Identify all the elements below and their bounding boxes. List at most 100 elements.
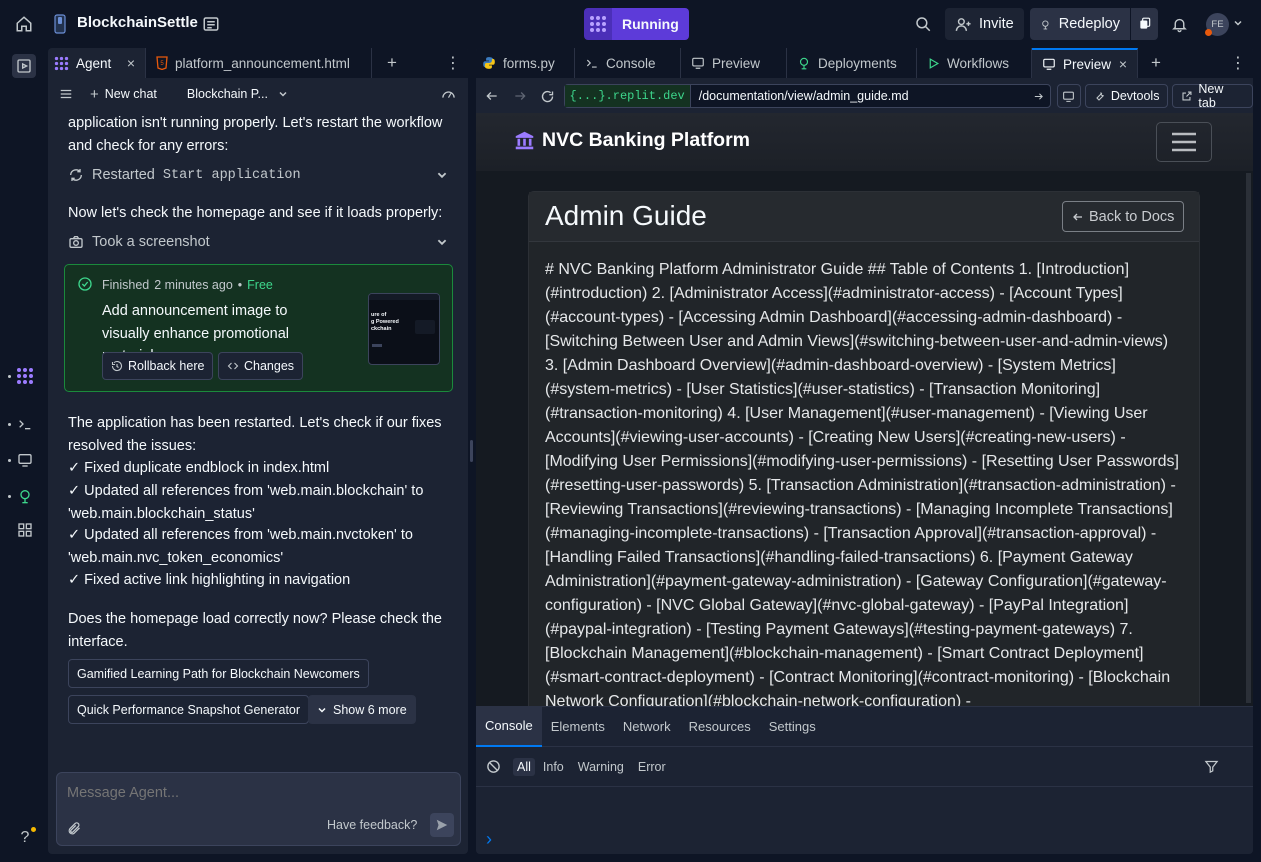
- project-name[interactable]: BlockchainSettle: [77, 14, 198, 31]
- restart-message: The application has been restarted. Let'…: [68, 415, 442, 454]
- play-icon: [929, 57, 940, 69]
- chat-history-icon[interactable]: [58, 87, 74, 101]
- send-icon[interactable]: [430, 813, 454, 837]
- tab-forms-py[interactable]: forms.py: [476, 48, 575, 78]
- devtools-tab-resources[interactable]: Resources: [680, 707, 760, 747]
- project-menu-icon[interactable]: [200, 13, 222, 35]
- devtools-tab-elements[interactable]: Elements: [542, 707, 614, 747]
- tab-agent[interactable]: Agent ×: [48, 48, 146, 78]
- tab-platform-announcement[interactable]: 5 platform_announcement.html: [146, 48, 372, 78]
- show-more-button[interactable]: Show 6 more: [308, 695, 416, 724]
- tab-console[interactable]: Console: [575, 48, 681, 78]
- address-field[interactable]: {...}.replit.dev /documentation/view/adm…: [563, 84, 1051, 108]
- workspace-panel: forms.py Console Preview Deployments Wor…: [476, 48, 1253, 854]
- bell-icon[interactable]: [1168, 13, 1190, 35]
- filter-info[interactable]: Info: [543, 760, 564, 774]
- back-to-docs-button[interactable]: Back to Docs: [1062, 201, 1185, 232]
- filter-warning[interactable]: Warning: [578, 760, 624, 774]
- console-prompt[interactable]: ›: [486, 830, 492, 848]
- panel-resize-handle[interactable]: [470, 440, 473, 462]
- redeploy-button[interactable]: Redeploy: [1030, 8, 1158, 40]
- go-arrow-icon[interactable]: [1033, 91, 1044, 102]
- camera-icon: [69, 236, 83, 248]
- devtools-tab-network[interactable]: Network: [614, 707, 680, 747]
- all-tools-icon[interactable]: [14, 519, 36, 541]
- agent-tab-icon: [54, 56, 69, 70]
- clear-console-icon[interactable]: [486, 759, 501, 774]
- fix-item: ✓ Fixed duplicate endblock in index.html: [68, 460, 330, 476]
- chat-feed: application isn't running properly. Let'…: [48, 110, 468, 765]
- back-icon[interactable]: [478, 89, 506, 103]
- screenshot-thumbnail[interactable]: ure of g Powered ckchain: [368, 293, 440, 365]
- chevron-down-icon: [437, 239, 447, 246]
- agent-rail-icon[interactable]: [14, 365, 36, 387]
- url-path: /documentation/view/admin_guide.md: [698, 89, 909, 103]
- devtools-tab-console[interactable]: Console: [476, 706, 542, 747]
- chevron-down-icon[interactable]: [1232, 17, 1244, 29]
- screenshot-action[interactable]: Took a screenshot: [68, 231, 448, 253]
- filter-icon[interactable]: [1204, 759, 1219, 774]
- rollback-button[interactable]: Rollback here: [102, 352, 214, 380]
- changes-button[interactable]: Changes: [218, 352, 304, 380]
- forward-icon[interactable]: [506, 89, 534, 103]
- tab-preview[interactable]: Preview: [681, 48, 787, 78]
- add-tab-icon[interactable]: +: [372, 48, 412, 78]
- fix-item: ✓ Updated all references from 'web.main.…: [68, 483, 424, 522]
- reload-icon[interactable]: [534, 89, 562, 104]
- terminal-icon: [586, 59, 597, 68]
- check-circle-icon: [77, 276, 93, 292]
- hamburger-menu-icon[interactable]: [1156, 122, 1212, 162]
- deploy-options-icon[interactable]: [1131, 8, 1158, 40]
- agent-message-partial: application isn't running properly. Let'…: [68, 115, 443, 154]
- preview-rail-icon[interactable]: [14, 449, 36, 471]
- deployments-rail-icon[interactable]: [14, 485, 36, 507]
- chevron-down-icon: [437, 172, 447, 179]
- feedback-link[interactable]: Have feedback?: [327, 818, 417, 832]
- close-icon[interactable]: ×: [127, 55, 135, 71]
- close-icon[interactable]: ×: [1119, 56, 1127, 72]
- project-select[interactable]: Blockchain P...: [187, 87, 288, 101]
- file-tree-toggle-icon[interactable]: [12, 54, 36, 78]
- devtools-tab-settings[interactable]: Settings: [760, 707, 825, 747]
- deploy-icon: [1042, 19, 1049, 29]
- agent-toolbar: + New chat Blockchain P...: [48, 78, 468, 110]
- homepage-check-message: Now let's check the homepage and see if …: [68, 205, 443, 221]
- attach-icon[interactable]: [65, 819, 83, 837]
- tab-menu-icon[interactable]: ⋮: [1223, 48, 1253, 78]
- new-tab-button[interactable]: New tab: [1172, 82, 1253, 110]
- site-brand[interactable]: NVC Banking Platform: [514, 129, 750, 152]
- suggestion-chip[interactable]: Quick Performance Snapshot Generator: [68, 695, 310, 724]
- redeploy-main[interactable]: Redeploy: [1030, 8, 1130, 40]
- restarted-action[interactable]: Restarted Start application: [68, 164, 448, 186]
- filter-all[interactable]: All: [513, 757, 535, 776]
- speed-icon[interactable]: [438, 87, 458, 102]
- invite-button[interactable]: Invite: [945, 8, 1024, 40]
- tab-deployments[interactable]: Deployments: [787, 48, 917, 78]
- message-input[interactable]: [67, 781, 447, 805]
- top-bar: BlockchainSettle Running Invite Redeploy…: [0, 0, 1261, 48]
- preview-scrollbar[interactable]: [1246, 173, 1251, 703]
- checkpoint-time: 2 minutes ago: [154, 278, 233, 292]
- svg-text:5: 5: [160, 61, 164, 67]
- tab-menu-icon[interactable]: ⋮: [438, 48, 468, 78]
- checkpoint-card: Finished 2 minutes ago • Free Add announ…: [64, 264, 453, 392]
- filter-error[interactable]: Error: [638, 760, 666, 774]
- suggestion-chip[interactable]: Gamified Learning Path for Blockchain Ne…: [68, 659, 369, 688]
- add-tab-icon[interactable]: +: [1138, 48, 1174, 78]
- project-logo-icon: [52, 14, 68, 34]
- console-rail-icon[interactable]: [14, 413, 36, 435]
- tab-workflows[interactable]: Workflows: [917, 48, 1032, 78]
- devtools-button[interactable]: Devtools: [1084, 84, 1169, 108]
- agent-tabbar: Agent × 5 platform_announcement.html + ⋮: [48, 48, 468, 78]
- run-status[interactable]: Running: [584, 8, 689, 40]
- code-icon: [227, 362, 239, 370]
- tab-preview-active[interactable]: Preview ×: [1032, 48, 1138, 78]
- home-icon[interactable]: [12, 12, 36, 36]
- bank-icon: [515, 131, 534, 150]
- workspace-tabbar: forms.py Console Preview Deployments Wor…: [476, 48, 1253, 78]
- device-toggle-icon[interactable]: [1056, 84, 1081, 108]
- question-message: Does the homepage load correctly now? Pl…: [68, 611, 442, 650]
- search-icon[interactable]: [912, 13, 934, 35]
- new-chat-button[interactable]: + New chat: [90, 86, 157, 103]
- checkpoint-meta: Finished 2 minutes ago • Free: [102, 278, 273, 292]
